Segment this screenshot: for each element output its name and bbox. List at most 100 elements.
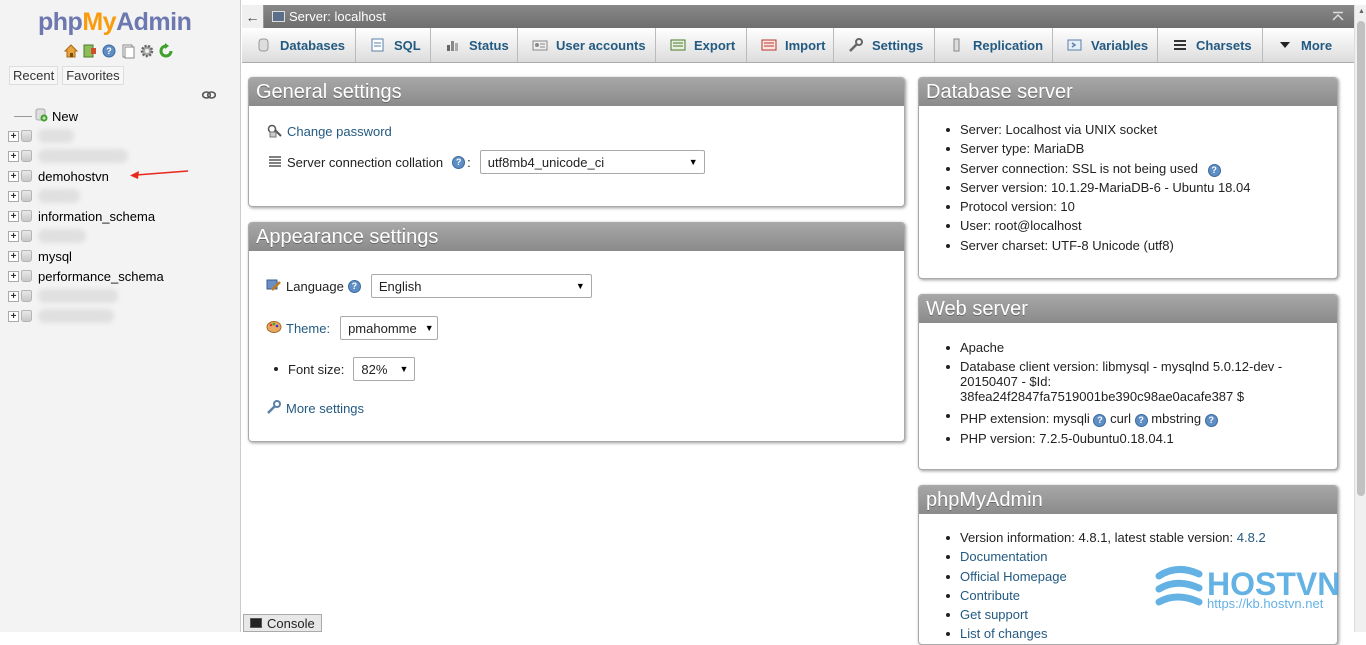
vertical-scrollbar[interactable]: ▲ [1354, 5, 1366, 632]
theme-select[interactable]: pmahomme ▼ [340, 316, 439, 340]
tab-recent[interactable]: Recent [9, 66, 59, 85]
appearance-settings-panel: Appearance settings Language ? English ▼… [248, 222, 905, 442]
database-icon [21, 250, 32, 262]
tab-label: Variables [1091, 37, 1149, 53]
change-password-icon [267, 122, 283, 141]
help-icon[interactable]: ? [452, 155, 466, 169]
list-of-changes-link[interactable]: List of changes [960, 626, 1047, 641]
contribute-link[interactable]: Contribute [960, 588, 1020, 603]
breadcrumb[interactable]: Server: localhost [272, 9, 386, 24]
tab-import[interactable]: Import [747, 28, 834, 62]
database-icon [21, 210, 32, 222]
watermark-url: https://kb.hostvn.net [1207, 596, 1324, 611]
tree-label: information_schema [38, 208, 156, 224]
tree-item-information-schema[interactable]: + information_schema [8, 206, 233, 226]
list-item: Protocol version: 10 [946, 197, 1250, 216]
console-toggle[interactable]: Console [243, 614, 322, 632]
list-item: Server connection: SSL is not being used… [946, 159, 1250, 178]
expand-icon[interactable]: + [8, 310, 19, 322]
server-icon [272, 11, 285, 22]
collapse-navigation-button[interactable]: ← [242, 5, 264, 28]
reload-icon[interactable] [158, 43, 174, 59]
panel-title: Appearance settings [249, 223, 904, 251]
tab-charsets[interactable]: Charsets [1158, 28, 1263, 62]
tree-item-new[interactable]: + New [8, 106, 233, 126]
list-item: PHP version: 7.2.5-0ubuntu0.18.04.1 [946, 429, 1326, 448]
expand-icon[interactable]: + [8, 190, 19, 202]
tree-item-demohostvn[interactable]: + demohostvn [8, 166, 233, 186]
database-icon [21, 150, 32, 162]
help-icon[interactable]: ? [1207, 163, 1221, 177]
settings-gear-icon[interactable] [139, 43, 155, 59]
collation-select[interactable]: utf8mb4_unicode_ci ▼ [479, 150, 705, 174]
tree-item-blurred[interactable]: + [8, 146, 233, 166]
tree-item-blurred[interactable]: + [8, 186, 233, 206]
phpmyadmin-logo[interactable]: phpMyAdmin [38, 8, 192, 37]
get-support-link[interactable]: Get support [960, 607, 1028, 622]
dropdown-caret-icon: ▼ [688, 157, 698, 167]
tree-item-performance-schema[interactable]: + performance_schema [8, 266, 233, 286]
php-extension-text: PHP extension: mysqli [960, 411, 1090, 427]
tree-item-blurred[interactable]: + [8, 306, 233, 326]
dropdown-caret-icon: ▼ [424, 323, 434, 333]
help-icon[interactable]: ? [1204, 414, 1218, 428]
navigation-panel: phpMyAdmin ? Recent Favorites + New + + … [0, 0, 241, 632]
version-info-text: Version information: 4.8.1, latest stabl… [960, 530, 1234, 545]
expand-icon[interactable]: + [8, 210, 19, 222]
tree-item-blurred[interactable]: + [8, 226, 233, 246]
help-icon[interactable]: ? [347, 279, 361, 293]
tree-item-blurred[interactable]: + [8, 126, 233, 146]
tree-item-mysql[interactable]: + mysql [8, 246, 233, 266]
expand-icon[interactable]: + [8, 290, 19, 302]
tab-user-accounts[interactable]: User accounts [518, 28, 656, 62]
console-label: Console [267, 615, 315, 631]
font-size-select[interactable]: 82% ▼ [353, 357, 416, 381]
tab-databases[interactable]: Databases [242, 28, 356, 62]
svg-text:?: ? [106, 46, 112, 56]
list-item: Database client version: libmysql - mysq… [946, 357, 1326, 406]
tab-replication[interactable]: Replication [935, 28, 1053, 62]
chevron-down-icon [1277, 38, 1293, 52]
language-select[interactable]: English ▼ [370, 274, 592, 298]
help-icon[interactable]: ? [1134, 414, 1148, 428]
logout-icon[interactable] [82, 43, 98, 59]
panel-title: Database server [919, 78, 1337, 106]
change-password-row[interactable]: Change password [267, 122, 392, 141]
expand-icon[interactable]: + [8, 250, 19, 262]
theme-link[interactable]: Theme: [286, 321, 330, 336]
documentation-icon[interactable] [120, 43, 136, 59]
tab-settings[interactable]: Settings [834, 28, 935, 62]
list-item: List of changes [946, 624, 1266, 643]
change-password-link[interactable]: Change password [287, 124, 392, 139]
latest-version-link[interactable]: 4.8.2 [1237, 530, 1266, 545]
collapse-topbar-icon[interactable] [1332, 10, 1344, 24]
expand-icon[interactable]: + [8, 150, 19, 162]
expand-icon[interactable]: + [8, 170, 19, 182]
tab-variables[interactable]: Variables [1053, 28, 1158, 62]
home-icon[interactable] [63, 43, 79, 59]
red-arrow-annotation [128, 165, 190, 184]
help-icon[interactable]: ? [1093, 414, 1107, 428]
help-icon[interactable]: ? [101, 43, 117, 59]
tab-export[interactable]: Export [656, 28, 747, 62]
more-settings-row[interactable]: More settings [266, 399, 364, 418]
expand-icon[interactable]: + [8, 130, 19, 142]
wrench-icon [266, 399, 282, 418]
tab-favorites[interactable]: Favorites [62, 66, 124, 85]
scroll-up-icon[interactable]: ▲ [1358, 8, 1365, 15]
documentation-link[interactable]: Documentation [960, 549, 1047, 564]
scrollbar-thumb[interactable] [1357, 21, 1365, 496]
tab-label: Status [469, 37, 509, 53]
official-homepage-link[interactable]: Official Homepage [960, 569, 1067, 584]
expand-icon[interactable]: + [8, 270, 19, 282]
breadcrumb-server[interactable]: Server: localhost [289, 9, 386, 24]
expand-icon[interactable]: + [8, 230, 19, 242]
more-settings-link[interactable]: More settings [286, 401, 364, 416]
link-with-main-panel-icon[interactable] [201, 88, 217, 103]
tree-item-blurred[interactable]: + [8, 286, 233, 306]
tab-more[interactable]: More [1263, 28, 1339, 62]
tab-sql[interactable]: SQL [356, 28, 431, 62]
theme-palette-icon [266, 319, 282, 338]
tab-status[interactable]: Status [431, 28, 518, 62]
theme-row: Theme: pmahomme ▼ [266, 316, 439, 340]
